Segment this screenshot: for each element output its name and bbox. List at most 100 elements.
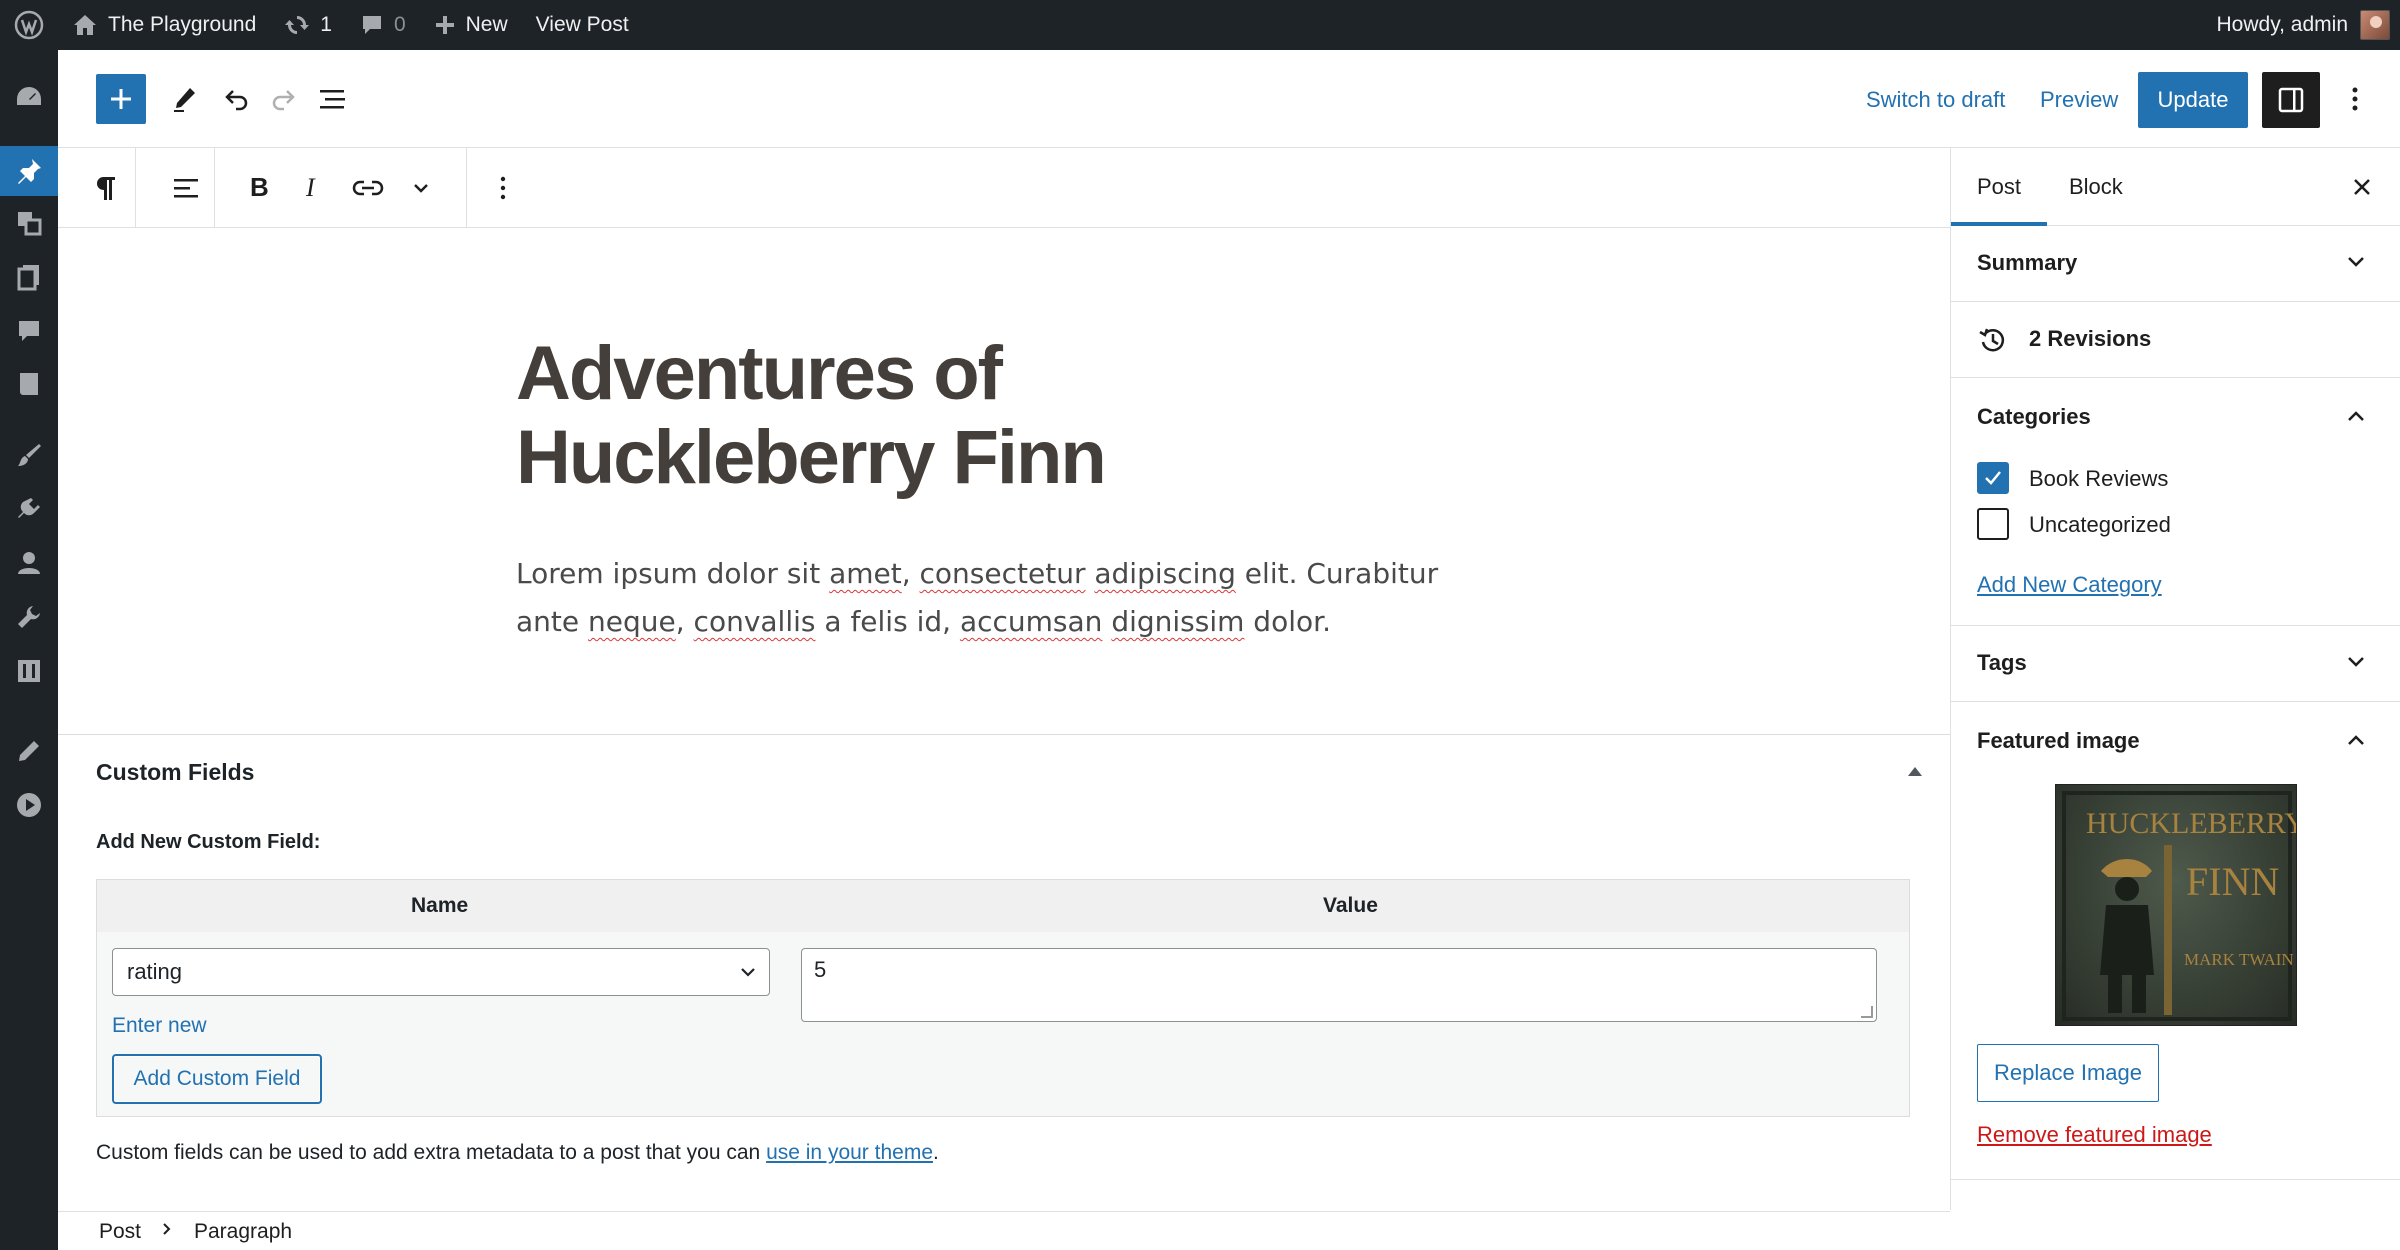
selected-field-name: rating [127, 959, 183, 984]
play-icon [17, 793, 41, 817]
sidebar-icon [2278, 87, 2304, 113]
custom-fields-note: Custom fields can be used to add extra m… [96, 1141, 939, 1165]
user-icon [18, 552, 40, 574]
collapse-caret-icon[interactable] [1908, 767, 1922, 776]
use-in-theme-link[interactable]: use in your theme [766, 1141, 933, 1164]
undo-icon [225, 90, 248, 111]
link-button[interactable] [340, 148, 396, 227]
tools-button[interactable] [160, 74, 210, 124]
categories-panel: Categories Book Reviews Uncategorized Ad… [1951, 378, 2400, 626]
featured-image-title[interactable]: Featured image [1977, 728, 2140, 754]
revisions-panel[interactable]: 2 Revisions [1951, 302, 2400, 378]
add-custom-field-button[interactable]: Add Custom Field [112, 1054, 322, 1104]
custom-field-value-textarea[interactable]: 5 [801, 948, 1877, 1022]
sidebar-tabs: Post Block [1951, 148, 2400, 226]
redo-button[interactable] [258, 74, 308, 124]
tab-post[interactable]: Post [1951, 148, 2047, 226]
replace-image-button[interactable]: Replace Image [1977, 1044, 2159, 1102]
tab-block[interactable]: Block [2043, 148, 2149, 226]
categories-title[interactable]: Categories [1977, 404, 2091, 430]
plus-icon [111, 89, 131, 109]
align-button[interactable] [156, 148, 216, 227]
menu-settings[interactable] [0, 646, 58, 696]
admin-bar: The Playground 1 0 New View Post Howdy, … [0, 0, 2400, 50]
enter-new-link[interactable]: Enter new [112, 1014, 207, 1038]
custom-fields-metabox: Custom Fields Add New Custom Field: Name… [58, 734, 1950, 1211]
preview-button[interactable]: Preview [2040, 80, 2118, 120]
tags-panel[interactable]: Tags [1951, 626, 2400, 702]
link-icon [352, 180, 384, 195]
switch-to-draft-button[interactable]: Switch to draft [1866, 80, 2005, 120]
menu-tools[interactable] [0, 592, 58, 642]
summary-panel[interactable]: Summary [1951, 226, 2400, 302]
updates-count: 1 [320, 13, 332, 36]
menu-pages[interactable] [0, 252, 58, 302]
breadcrumb-paragraph[interactable]: Paragraph [194, 1220, 292, 1244]
document-overview-button[interactable] [308, 74, 358, 124]
paintbrush-icon [18, 444, 41, 466]
settings-sidebar-toggle[interactable] [2262, 72, 2320, 128]
site-name: The Playground [108, 13, 257, 36]
menu-custom-1[interactable] [0, 726, 58, 776]
paragraph-block[interactable]: Lorem ipsum dolor sit amet, consectetur … [516, 550, 1476, 646]
breadcrumb-post[interactable]: Post [99, 1220, 141, 1244]
options-menu-button[interactable] [2330, 74, 2380, 124]
close-sidebar-button[interactable] [2341, 166, 2383, 208]
menu-appearance[interactable] [0, 430, 58, 480]
history-icon [1979, 328, 2005, 352]
metabox-title: Custom Fields [96, 759, 255, 785]
chevron-up-icon[interactable] [2345, 732, 2367, 748]
close-icon [2354, 179, 2370, 195]
settings-sidebar: Post Block Summary 2 Revisions Categorie… [1950, 148, 2400, 1210]
featured-image-thumbnail[interactable]: HUCKLEBERRY FINN MARK TWAIN [2055, 784, 2297, 1026]
account-menu[interactable]: Howdy, admin [2216, 0, 2390, 50]
wordpress-logo-icon [14, 10, 44, 40]
updates-link[interactable]: 1 [270, 0, 346, 50]
comments-link[interactable]: 0 [346, 0, 420, 50]
menu-library[interactable] [0, 360, 58, 410]
remove-featured-image-link[interactable]: Remove featured image [1977, 1122, 2212, 1148]
category-checkbox-book-reviews[interactable] [1977, 462, 2009, 494]
view-post-label: View Post [535, 13, 629, 36]
cover-text-title: HUCKLEBERRY [2086, 807, 2297, 840]
italic-button[interactable]: I [284, 148, 340, 227]
block-options-button[interactable] [478, 148, 528, 227]
chevron-down-icon [2348, 257, 2364, 267]
book-cover-illustration: HUCKLEBERRY FINN MARK TWAIN [2062, 791, 2297, 1021]
cover-text-finn: FINN [2186, 859, 2279, 904]
comments-count: 0 [393, 13, 406, 36]
menu-plugins[interactable] [0, 484, 58, 534]
new-content-link[interactable]: New [420, 0, 522, 50]
wordpress-logo-menu[interactable] [0, 0, 58, 50]
chevron-up-icon[interactable] [2345, 408, 2367, 424]
checkmark-icon [1985, 471, 2001, 485]
more-formats-button[interactable] [396, 148, 446, 227]
editor-header: Switch to draft Preview Update [58, 50, 2400, 148]
block-inserter-button[interactable] [96, 74, 146, 124]
undo-button[interactable] [212, 74, 262, 124]
column-header-value: Value [1323, 894, 1378, 917]
howdy-greeting: Howdy, admin [2216, 13, 2349, 36]
add-new-category-link[interactable]: Add New Category [1977, 572, 2162, 598]
site-name-link[interactable]: The Playground [58, 0, 270, 50]
bold-button[interactable]: B [230, 148, 286, 227]
post-title[interactable]: Adventures of Huckleberry Finn [516, 332, 1316, 500]
menu-custom-2[interactable] [0, 780, 58, 830]
menu-comments[interactable] [0, 306, 58, 356]
menu-posts[interactable] [0, 146, 58, 196]
view-post-link[interactable]: View Post [522, 0, 643, 50]
paragraph-icon [96, 176, 115, 200]
chevron-right-icon [160, 1218, 174, 1246]
book-icon [20, 373, 38, 395]
new-label: New [465, 13, 508, 36]
category-checkbox-uncategorized[interactable] [1977, 508, 2009, 540]
custom-field-table: Name Value rating 5 Enter new Add Custom… [96, 879, 1910, 1117]
update-button[interactable]: Update [2138, 72, 2248, 128]
menu-media[interactable] [0, 198, 58, 248]
block-type-button[interactable] [78, 148, 134, 227]
menu-users[interactable] [0, 538, 58, 588]
custom-field-name-select[interactable]: rating [112, 948, 770, 996]
toolbar-divider [214, 148, 215, 227]
menu-dashboard[interactable] [0, 72, 58, 122]
more-vertical-icon [2352, 87, 2358, 111]
